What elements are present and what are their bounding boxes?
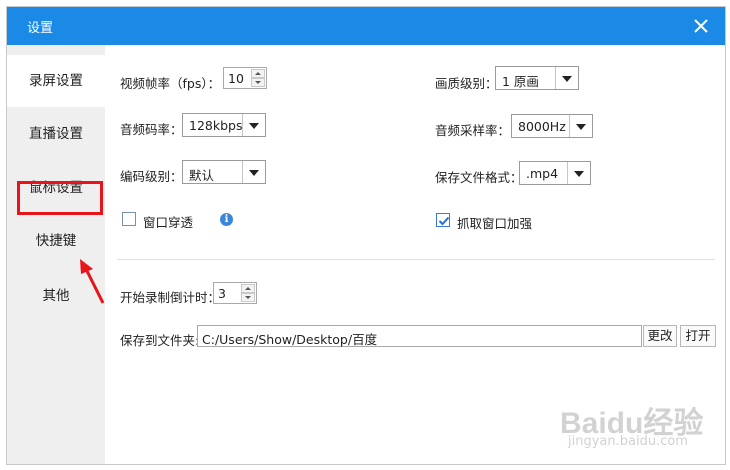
capture-enhance-label: 抓取窗口加强	[457, 216, 533, 231]
title-bar: 设置	[7, 7, 725, 45]
countdown-label: 开始录制倒计时：	[120, 290, 221, 305]
change-folder-button[interactable]: 更改	[643, 325, 677, 347]
chevron-down-icon	[242, 114, 265, 136]
watermark-url: jingyan.baidu.com	[568, 434, 688, 449]
window-title: 设置	[27, 21, 54, 36]
window-through-label: 窗口穿透	[143, 215, 194, 230]
sidebar-item-live-settings[interactable]: 直播设置	[7, 108, 105, 160]
file-format-label: 保存文件格式：	[435, 170, 523, 185]
info-icon[interactable]: i	[220, 213, 233, 226]
sidebar-item-label: 快捷键	[35, 233, 77, 249]
window-through-checkbox[interactable]	[122, 212, 136, 226]
audio-bitrate-label: 音频码率：	[120, 122, 183, 137]
chevron-down-icon	[567, 162, 590, 184]
settings-window: 设置 录屏设置 直播设置 鼠标设置 快捷键 其他 视频帧率（fps）： 10 画…	[6, 6, 726, 465]
checkmark-icon	[438, 216, 450, 226]
file-format-value: .mp4	[526, 166, 559, 181]
fps-decrement-button[interactable]	[251, 78, 265, 87]
fps-stepper[interactable]: 10	[223, 67, 267, 89]
chevron-down-icon	[555, 67, 578, 89]
highlight-annotation-box	[17, 181, 103, 215]
audio-bitrate-select[interactable]: 128kbps	[182, 113, 266, 137]
fps-increment-button[interactable]	[251, 69, 265, 78]
encode-level-select[interactable]: 默认	[182, 160, 266, 184]
audio-bitrate-value: 128kbps	[189, 118, 243, 133]
countdown-value: 3	[218, 286, 226, 301]
countdown-decrement-button[interactable]	[241, 293, 255, 302]
open-folder-button[interactable]: 打开	[680, 325, 716, 347]
sample-rate-label: 音频采样率：	[435, 123, 511, 138]
section-divider	[117, 259, 715, 260]
quality-value: 1 原画	[502, 74, 539, 89]
countdown-stepper[interactable]: 3	[213, 282, 257, 304]
encode-level-value: 默认	[189, 168, 215, 183]
save-path-value: C:/Users/Show/Desktop/百度	[202, 332, 378, 347]
encode-level-label: 编码级别：	[120, 169, 183, 184]
annotation-arrow-icon	[80, 259, 105, 304]
save-path-input[interactable]: C:/Users/Show/Desktop/百度	[197, 325, 642, 347]
sidebar-item-label: 其他	[42, 288, 70, 304]
file-format-select[interactable]: .mp4	[519, 161, 591, 185]
chevron-down-icon	[569, 115, 592, 137]
capture-enhance-checkbox[interactable]	[436, 213, 450, 227]
quality-select[interactable]: 1 原画	[495, 66, 579, 90]
sidebar-item-label: 录屏设置	[29, 73, 83, 89]
save-to-label: 保存到文件夹:	[120, 333, 200, 348]
close-icon[interactable]	[689, 14, 713, 38]
countdown-increment-button[interactable]	[241, 284, 255, 293]
sample-rate-select[interactable]: 8000Hz	[511, 114, 593, 138]
fps-label: 视频帧率（fps）：	[120, 76, 221, 91]
sidebar-item-label: 直播设置	[29, 126, 83, 142]
sidebar-item-record-settings[interactable]: 录屏设置	[7, 55, 105, 107]
fps-value: 10	[228, 71, 244, 86]
quality-label: 画质级别：	[435, 76, 498, 91]
chevron-down-icon	[242, 161, 265, 183]
sidebar: 录屏设置 直播设置 鼠标设置 快捷键 其他	[7, 45, 105, 464]
sample-rate-value: 8000Hz	[518, 119, 566, 134]
